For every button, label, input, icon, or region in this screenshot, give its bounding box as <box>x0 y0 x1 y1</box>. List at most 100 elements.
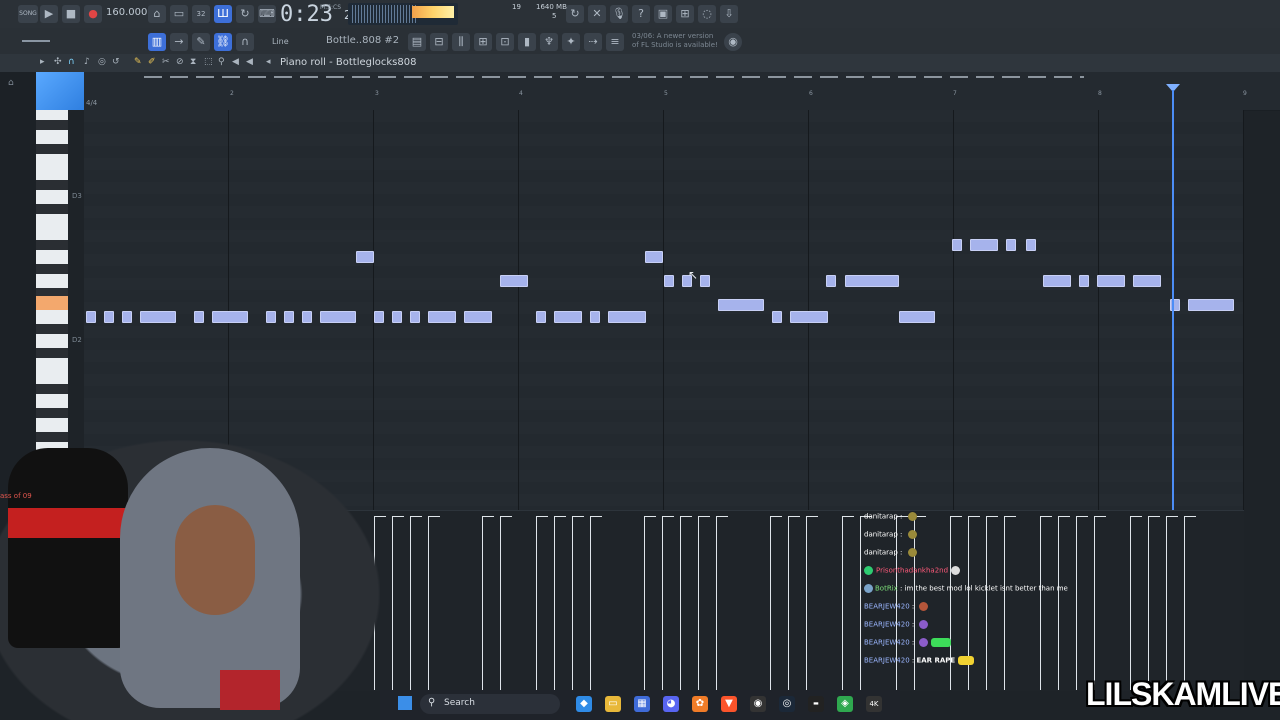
fl-studio-icon[interactable]: ✿ <box>692 696 708 712</box>
black-key[interactable] <box>36 204 68 214</box>
note[interactable] <box>536 311 546 323</box>
pattern-selector[interactable]: Bottle..808 #2 <box>326 35 399 46</box>
snap-icon[interactable]: ✣ <box>54 57 62 67</box>
note[interactable] <box>392 311 402 323</box>
file-icon[interactable]: ▮ <box>518 33 536 51</box>
news-ticker[interactable]: 03/06: A newer version of FL Studio is a… <box>632 32 722 50</box>
piano-roll-menu-icon[interactable]: ◂ <box>266 57 271 67</box>
stamp-icon[interactable]: ♪ <box>84 57 90 67</box>
note[interactable] <box>790 311 828 323</box>
black-key[interactable] <box>36 240 68 250</box>
shortcut-icon[interactable]: ⇢ <box>584 33 602 51</box>
paint-tool-icon[interactable]: ✐ <box>148 57 156 67</box>
note[interactable] <box>554 311 582 323</box>
metronome-icon[interactable]: ⌂ <box>148 5 166 23</box>
arrow-icon[interactable]: → <box>170 33 188 51</box>
tempo-display[interactable]: 160.000 <box>106 7 147 18</box>
note[interactable] <box>1026 239 1036 251</box>
playhead[interactable] <box>1172 90 1174 510</box>
note[interactable] <box>194 311 204 323</box>
note[interactable] <box>899 311 935 323</box>
menu-icon[interactable]: ≡ <box>606 33 624 51</box>
mute-tool-icon[interactable]: ⊘ <box>176 57 184 67</box>
note[interactable] <box>664 275 674 287</box>
scroll-corner[interactable] <box>36 72 84 110</box>
link-icon[interactable]: ⛓ <box>214 33 232 51</box>
select-tool-icon[interactable]: ⬚ <box>204 57 213 67</box>
piano-roll-icon[interactable]: ▥ <box>148 33 166 51</box>
slice-tool-icon[interactable]: ⧗ <box>190 57 196 67</box>
note[interactable] <box>700 275 710 287</box>
mixer-view-icon[interactable]: ⫼ <box>452 33 470 51</box>
start-button-icon[interactable] <box>398 696 412 710</box>
browser-icon[interactable]: ⊞ <box>474 33 492 51</box>
steam-icon[interactable]: ◎ <box>779 696 795 712</box>
note[interactable] <box>500 275 528 287</box>
note[interactable] <box>1188 299 1234 311</box>
black-key[interactable] <box>36 348 68 358</box>
note[interactable] <box>970 239 998 251</box>
stop-button[interactable]: ■ <box>62 5 80 23</box>
step-icon[interactable]: 32 <box>192 5 210 23</box>
download-icon[interactable]: ⇩ <box>720 5 738 23</box>
note[interactable] <box>356 251 374 263</box>
playlist-icon[interactable]: ▤ <box>408 33 426 51</box>
delete-tool-icon[interactable]: ✂ <box>162 57 170 67</box>
help-icon[interactable]: ? <box>632 5 650 23</box>
note[interactable] <box>212 311 248 323</box>
tuner-icon[interactable]: ♆ <box>540 33 558 51</box>
brave-icon[interactable]: ▼ <box>721 696 737 712</box>
mixer-icon[interactable]: ✕ <box>588 5 606 23</box>
layers-icon[interactable]: ◈ <box>837 696 853 712</box>
wait-icon[interactable]: ▭ <box>170 5 188 23</box>
black-key[interactable] <box>36 120 68 130</box>
note[interactable] <box>1097 275 1125 287</box>
blend-notes-icon[interactable]: Ш <box>214 5 232 23</box>
master-volume-slider[interactable] <box>22 40 50 42</box>
black-key[interactable] <box>36 144 68 154</box>
mic-icon[interactable]: 🎙 <box>610 5 628 23</box>
note[interactable] <box>428 311 456 323</box>
note[interactable] <box>86 311 96 323</box>
note[interactable] <box>608 311 646 323</box>
note[interactable] <box>1006 239 1016 251</box>
brush-icon[interactable]: ✦ <box>562 33 580 51</box>
typing-keyboard-icon[interactable]: ⌨ <box>258 5 276 23</box>
save-icon[interactable]: ▣ <box>654 5 672 23</box>
song-mode-button[interactable]: SONG <box>18 5 38 23</box>
note[interactable] <box>645 251 663 263</box>
record-button[interactable]: ● <box>84 5 102 23</box>
note[interactable] <box>266 311 276 323</box>
black-key[interactable] <box>36 384 68 394</box>
note[interactable] <box>952 239 962 251</box>
record-pr-icon[interactable]: ◎ <box>98 57 106 67</box>
note[interactable] <box>320 311 356 323</box>
update-icon[interactable]: ◉ <box>724 33 742 51</box>
store-icon[interactable]: ▦ <box>634 696 650 712</box>
taskbar-search[interactable] <box>420 694 560 714</box>
note[interactable] <box>1133 275 1161 287</box>
active-key[interactable] <box>36 296 68 310</box>
note[interactable] <box>140 311 176 323</box>
zoom-tool-icon[interactable]: ⚲ <box>218 57 225 67</box>
black-key[interactable] <box>36 408 68 418</box>
arrow-right-icon[interactable]: ▸ <box>40 57 45 67</box>
note[interactable] <box>718 299 764 311</box>
speaker-icon[interactable]: ◀ <box>246 57 253 67</box>
refresh-icon[interactable]: ↻ <box>566 5 584 23</box>
note[interactable] <box>104 311 114 323</box>
channel-rack-icon[interactable]: ⊟ <box>430 33 448 51</box>
loop-pr-icon[interactable]: ↺ <box>112 57 120 67</box>
plugin-icon[interactable]: ⊞ <box>676 5 694 23</box>
discord-icon[interactable]: ◕ <box>663 696 679 712</box>
folder-icon[interactable]: ⌂ <box>8 78 14 88</box>
play-button[interactable]: ▶ <box>40 5 58 23</box>
magnet-icon[interactable]: ∩ <box>236 33 254 51</box>
note[interactable] <box>845 275 899 287</box>
note[interactable] <box>302 311 312 323</box>
4k-icon[interactable]: 4K <box>866 696 882 712</box>
obs-icon[interactable]: ◉ <box>750 696 766 712</box>
note[interactable] <box>1043 275 1071 287</box>
note[interactable] <box>410 311 420 323</box>
magnet-snap-icon[interactable]: ∩ <box>68 57 75 67</box>
